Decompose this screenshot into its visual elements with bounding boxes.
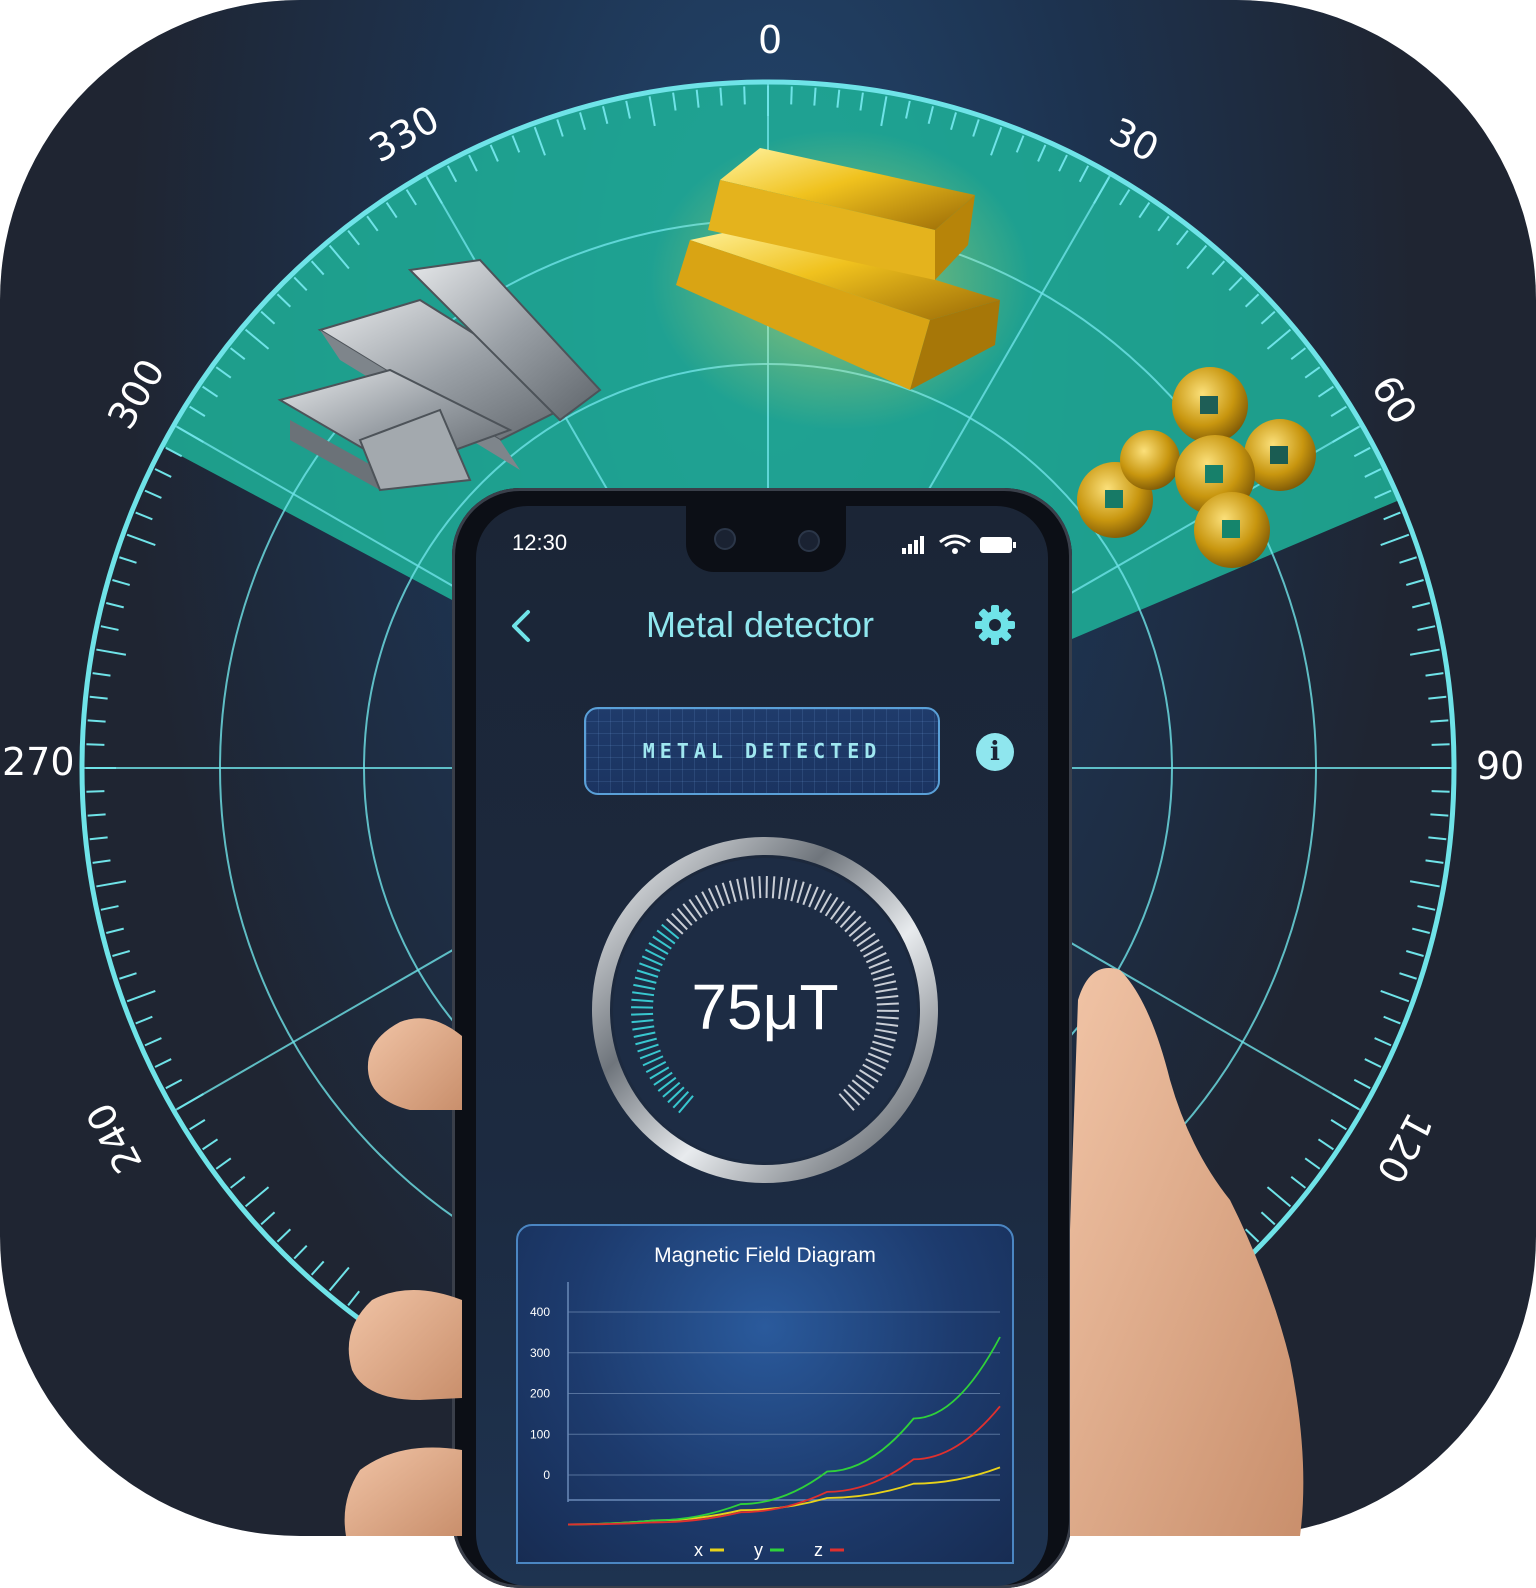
chart-legend-label-x: x	[694, 1540, 703, 1560]
chart-legend-label-z: z	[814, 1540, 823, 1560]
chart-legend-label-y: y	[754, 1540, 763, 1560]
holding-hand	[0, 0, 1536, 1536]
